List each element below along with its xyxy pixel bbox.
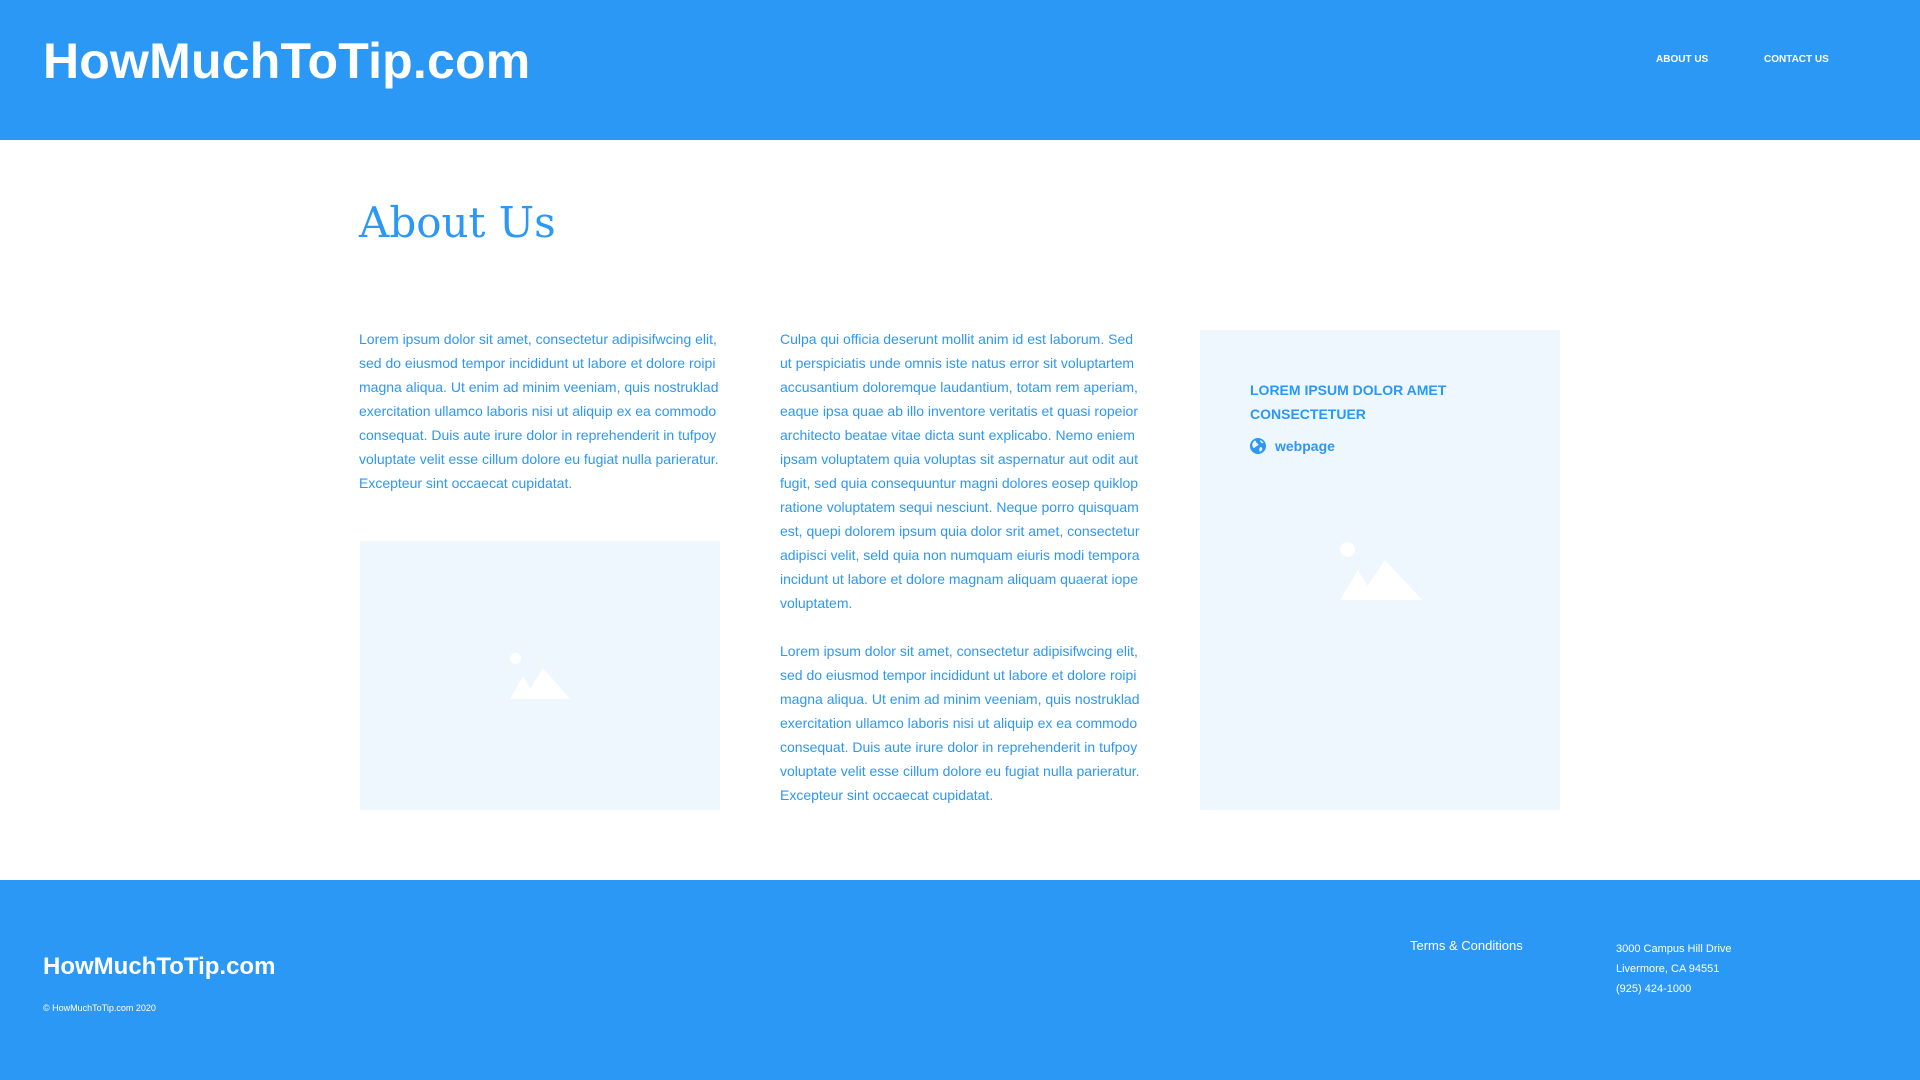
image-placeholder-icon	[510, 653, 570, 699]
site-footer: HowMuchToTip.com © HowMuchToTip.com 2020…	[0, 880, 1920, 1080]
footer-logo-text[interactable]: HowMuchToTip.com	[43, 953, 275, 981]
footer-address: 3000 Campus Hill Drive Livermore, CA 945…	[1616, 939, 1732, 999]
nav-contact-us[interactable]: CONTACT US	[1764, 54, 1829, 65]
info-card: LOREM IPSUM DOLOR AMET CONSECTETUER webp…	[1200, 330, 1560, 810]
card-title: LOREM IPSUM DOLOR AMET CONSECTETUER	[1250, 382, 1447, 422]
site-header: HowMuchToTip.com ABOUT US CONTACT US	[0, 0, 1920, 140]
address-line-1: 3000 Campus Hill Drive	[1616, 943, 1732, 955]
terms-conditions-link[interactable]: Terms & Conditions	[1410, 938, 1523, 953]
copyright-text: © HowMuchToTip.com 2020	[43, 1003, 156, 1013]
globe-icon	[1250, 438, 1266, 454]
site-logo-text[interactable]: HowMuchToTip.com	[43, 32, 530, 90]
image-placeholder-icon	[1340, 542, 1422, 600]
nav-about-us[interactable]: ABOUT US	[1656, 54, 1708, 65]
image-placeholder	[360, 541, 720, 810]
phone-number: (925) 424-1000	[1616, 983, 1692, 995]
about-paragraph-1: Lorem ipsum dolor sit amet, consectetur …	[359, 331, 719, 491]
webpage-link[interactable]: webpage	[1250, 438, 1335, 454]
about-paragraph-3: Lorem ipsum dolor sit amet, consectetur …	[780, 643, 1140, 803]
page-title: About Us	[359, 198, 556, 247]
about-paragraph-2: Culpa qui officia deserunt mollit anim i…	[780, 331, 1140, 611]
webpage-link-label: webpage	[1275, 438, 1335, 454]
address-line-2: Livermore, CA 94551	[1616, 963, 1720, 975]
